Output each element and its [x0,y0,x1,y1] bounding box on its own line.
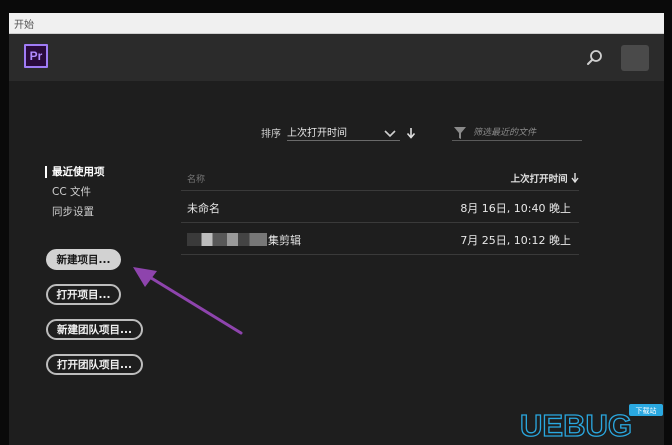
watermark-logo: UEBUG 下载站 [519,404,663,442]
table-row[interactable]: 未命名 8月 16日, 10:40 晚上 [181,192,579,222]
file-date: 7月 25日, 10:12 晚上 [460,234,571,247]
file-date: 8月 16日, 10:40 晚上 [460,202,571,215]
sidebar-item-cc-files[interactable]: CC 文件 [52,184,91,199]
sidebar-item-recent[interactable]: 最近使用项 [52,164,105,179]
open-project-button[interactable]: 打开项目... [46,284,121,305]
active-indicator [45,166,47,178]
column-header-name[interactable]: 名称 [187,172,205,185]
file-name-cell: 集剪辑 [187,232,301,248]
sidebar-item-sync-settings[interactable]: 同步设置 [52,204,94,219]
search-icon[interactable] [585,48,605,68]
redacted-text [187,233,267,246]
table-row[interactable]: 集剪辑 7月 25日, 10:12 晚上 [181,224,579,254]
new-project-button[interactable]: 新建项目... [46,249,121,270]
divider [181,190,579,191]
start-window: Pr 排序 上次打开时间 筛选最近的文件 最近使用项 CC 文件 同步设置 新建… [9,34,664,445]
window-titlebar: 开始 [9,13,664,34]
sort-arrow-icon [571,173,579,184]
filter-input[interactable]: 筛选最近的文件 [452,120,582,141]
open-team-project-button[interactable]: 打开团队项目... [46,354,143,375]
chevron-down-icon [384,124,396,138]
filter-placeholder: 筛选最近的文件 [473,128,537,138]
top-bar: Pr [9,34,664,81]
annotation-arrow [133,267,243,335]
svg-text:下载站: 下载站 [636,406,657,415]
sort-label: 排序 [261,129,281,140]
file-name: 集剪辑 [268,234,301,247]
screen: 开始 Pr 排序 上次打开时间 筛选最近的文件 最近使用项 CC 文件 同步设置… [0,0,672,445]
funnel-icon [454,124,466,139]
column-header-date[interactable]: 上次打开时间 [511,171,579,185]
divider [181,254,579,255]
sort-dropdown[interactable]: 上次打开时间 [287,120,400,141]
file-name: 未命名 [187,202,220,215]
column-header-date-label: 上次打开时间 [510,174,568,185]
arrow-down-icon[interactable] [406,124,416,139]
window-title: 开始 [14,20,34,31]
premiere-logo: Pr [24,44,48,68]
avatar[interactable] [621,45,649,71]
svg-text:UEBUG: UEBUG [520,408,632,442]
divider [181,222,579,223]
sort-selected-value: 上次打开时间 [287,128,347,139]
